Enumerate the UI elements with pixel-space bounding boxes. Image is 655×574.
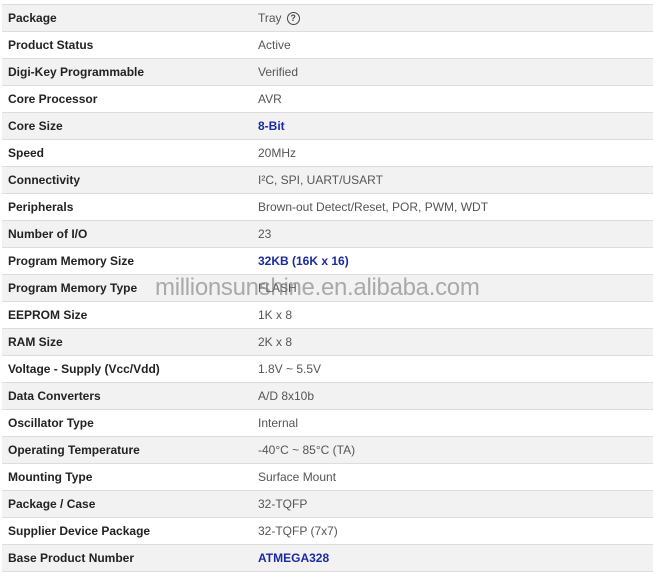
attribute-value: A/D 8x10b: [258, 382, 653, 410]
attribute-value: AVR: [258, 85, 653, 113]
attribute-label: Data Converters: [2, 382, 258, 410]
attribute-value-text: Brown-out Detect/Reset, POR, PWM, WDT: [258, 200, 489, 214]
table-row: Product Status Active: [2, 31, 653, 59]
attribute-label: RAM Size: [2, 328, 258, 356]
table-row: Speed 20MHz: [2, 139, 653, 167]
table-row: Number of I/O 23: [2, 220, 653, 248]
attribute-value-link[interactable]: ATMEGA328: [258, 551, 329, 565]
attribute-label: Digi-Key Programmable: [2, 58, 258, 86]
attribute-value-text: A/D 8x10b: [258, 389, 315, 403]
attribute-label: Base Product Number: [2, 544, 258, 572]
attribute-value[interactable]: 32KB (16K x 16): [258, 247, 653, 275]
table-row: Program Memory Size 32KB (16K x 16): [2, 247, 653, 275]
attribute-value-text: -40°C ~ 85°C (TA): [258, 443, 356, 457]
attribute-label: Program Memory Type: [2, 274, 258, 302]
table-row: Connectivity I²C, SPI, UART/USART: [2, 166, 653, 194]
table-row: Oscillator Type Internal: [2, 409, 653, 437]
attribute-value-text: AVR: [258, 92, 282, 106]
table-row: Data Converters A/D 8x10b: [2, 382, 653, 410]
attribute-value: Verified: [258, 58, 653, 86]
table-row: Core Size 8-Bit: [2, 112, 653, 140]
attribute-value-text: Verified: [258, 65, 299, 79]
attribute-value-text: 1.8V ~ 5.5V: [258, 362, 322, 376]
attribute-label: Voltage - Supply (Vcc/Vdd): [2, 355, 258, 383]
attribute-value: 1K x 8: [258, 301, 653, 329]
attribute-label: Operating Temperature: [2, 436, 258, 464]
attribute-value-text: Tray: [258, 10, 282, 25]
attribute-value: Brown-out Detect/Reset, POR, PWM, WDT: [258, 193, 653, 221]
attribute-value-text: 1K x 8: [258, 308, 293, 322]
attribute-label: Core Size: [2, 112, 258, 140]
table-row: Package / Case 32-TQFP: [2, 490, 653, 518]
attribute-label: EEPROM Size: [2, 301, 258, 329]
attribute-value-text: Active: [258, 38, 291, 52]
attribute-value-text: 2K x 8: [258, 335, 293, 349]
attribute-label: Package / Case: [2, 490, 258, 518]
attribute-value: Active: [258, 31, 653, 59]
attribute-value-link[interactable]: 32KB (16K x 16): [258, 254, 349, 268]
attribute-label: Peripherals: [2, 193, 258, 221]
table-row: Program Memory Type FLASH: [2, 274, 653, 302]
attribute-value-link[interactable]: 8-Bit: [258, 119, 285, 133]
attribute-value: 1.8V ~ 5.5V: [258, 355, 653, 383]
table-row: Supplier Device Package 32-TQFP (7x7): [2, 517, 653, 545]
attribute-label: Number of I/O: [2, 220, 258, 248]
table-row: Peripherals Brown-out Detect/Reset, POR, …: [2, 193, 653, 221]
table-row: Base Product Number ATMEGA328: [2, 544, 653, 572]
attribute-value: Surface Mount: [258, 463, 653, 491]
attribute-value[interactable]: ATMEGA328: [258, 544, 653, 572]
attribute-value-text: 32-TQFP (7x7): [258, 524, 338, 538]
table-row: Digi-Key Programmable Verified: [2, 58, 653, 86]
table-row: Core Processor AVR: [2, 85, 653, 113]
attribute-value-text: I²C, SPI, UART/USART: [258, 173, 383, 187]
attribute-label: Oscillator Type: [2, 409, 258, 437]
attribute-value: 23: [258, 220, 653, 248]
attribute-label: Program Memory Size: [2, 247, 258, 275]
attribute-value-text: 23: [258, 227, 272, 241]
attribute-value: Tray?: [258, 4, 653, 32]
attribute-value-text: 20MHz: [258, 146, 297, 160]
attribute-label: Mounting Type: [2, 463, 258, 491]
specs-table: Package Tray? Product Status Active Digi-Key…: [2, 4, 653, 572]
help-icon[interactable]: ?: [286, 12, 300, 26]
attribute-value: I²C, SPI, UART/USART: [258, 166, 653, 194]
table-row: Mounting Type Surface Mount: [2, 463, 653, 491]
attribute-label: Speed: [2, 139, 258, 167]
attribute-label: Product Status: [2, 31, 258, 59]
attribute-label: Package: [2, 4, 258, 32]
table-row: EEPROM Size 1K x 8: [2, 301, 653, 329]
attribute-label: Core Processor: [2, 85, 258, 113]
attribute-value-text: 32-TQFP: [258, 497, 308, 511]
attribute-value-text: FLASH: [258, 281, 297, 295]
attribute-value: FLASH: [258, 274, 653, 302]
attribute-value: Internal: [258, 409, 653, 437]
table-row: Operating Temperature -40°C ~ 85°C (TA): [2, 436, 653, 464]
attribute-value: 2K x 8: [258, 328, 653, 356]
table-row: Voltage - Supply (Vcc/Vdd) 1.8V ~ 5.5V: [2, 355, 653, 383]
table-row: RAM Size 2K x 8: [2, 328, 653, 356]
attribute-label: Connectivity: [2, 166, 258, 194]
attribute-value: -40°C ~ 85°C (TA): [258, 436, 653, 464]
attribute-value: 32-TQFP: [258, 490, 653, 518]
attribute-value-text: Surface Mount: [258, 470, 337, 484]
attribute-label: Supplier Device Package: [2, 517, 258, 545]
table-row: Package Tray?: [2, 4, 653, 32]
attribute-value: 20MHz: [258, 139, 653, 167]
attribute-value-text: Internal: [258, 416, 299, 430]
attribute-value: 32-TQFP (7x7): [258, 517, 653, 545]
attribute-value[interactable]: 8-Bit: [258, 112, 653, 140]
